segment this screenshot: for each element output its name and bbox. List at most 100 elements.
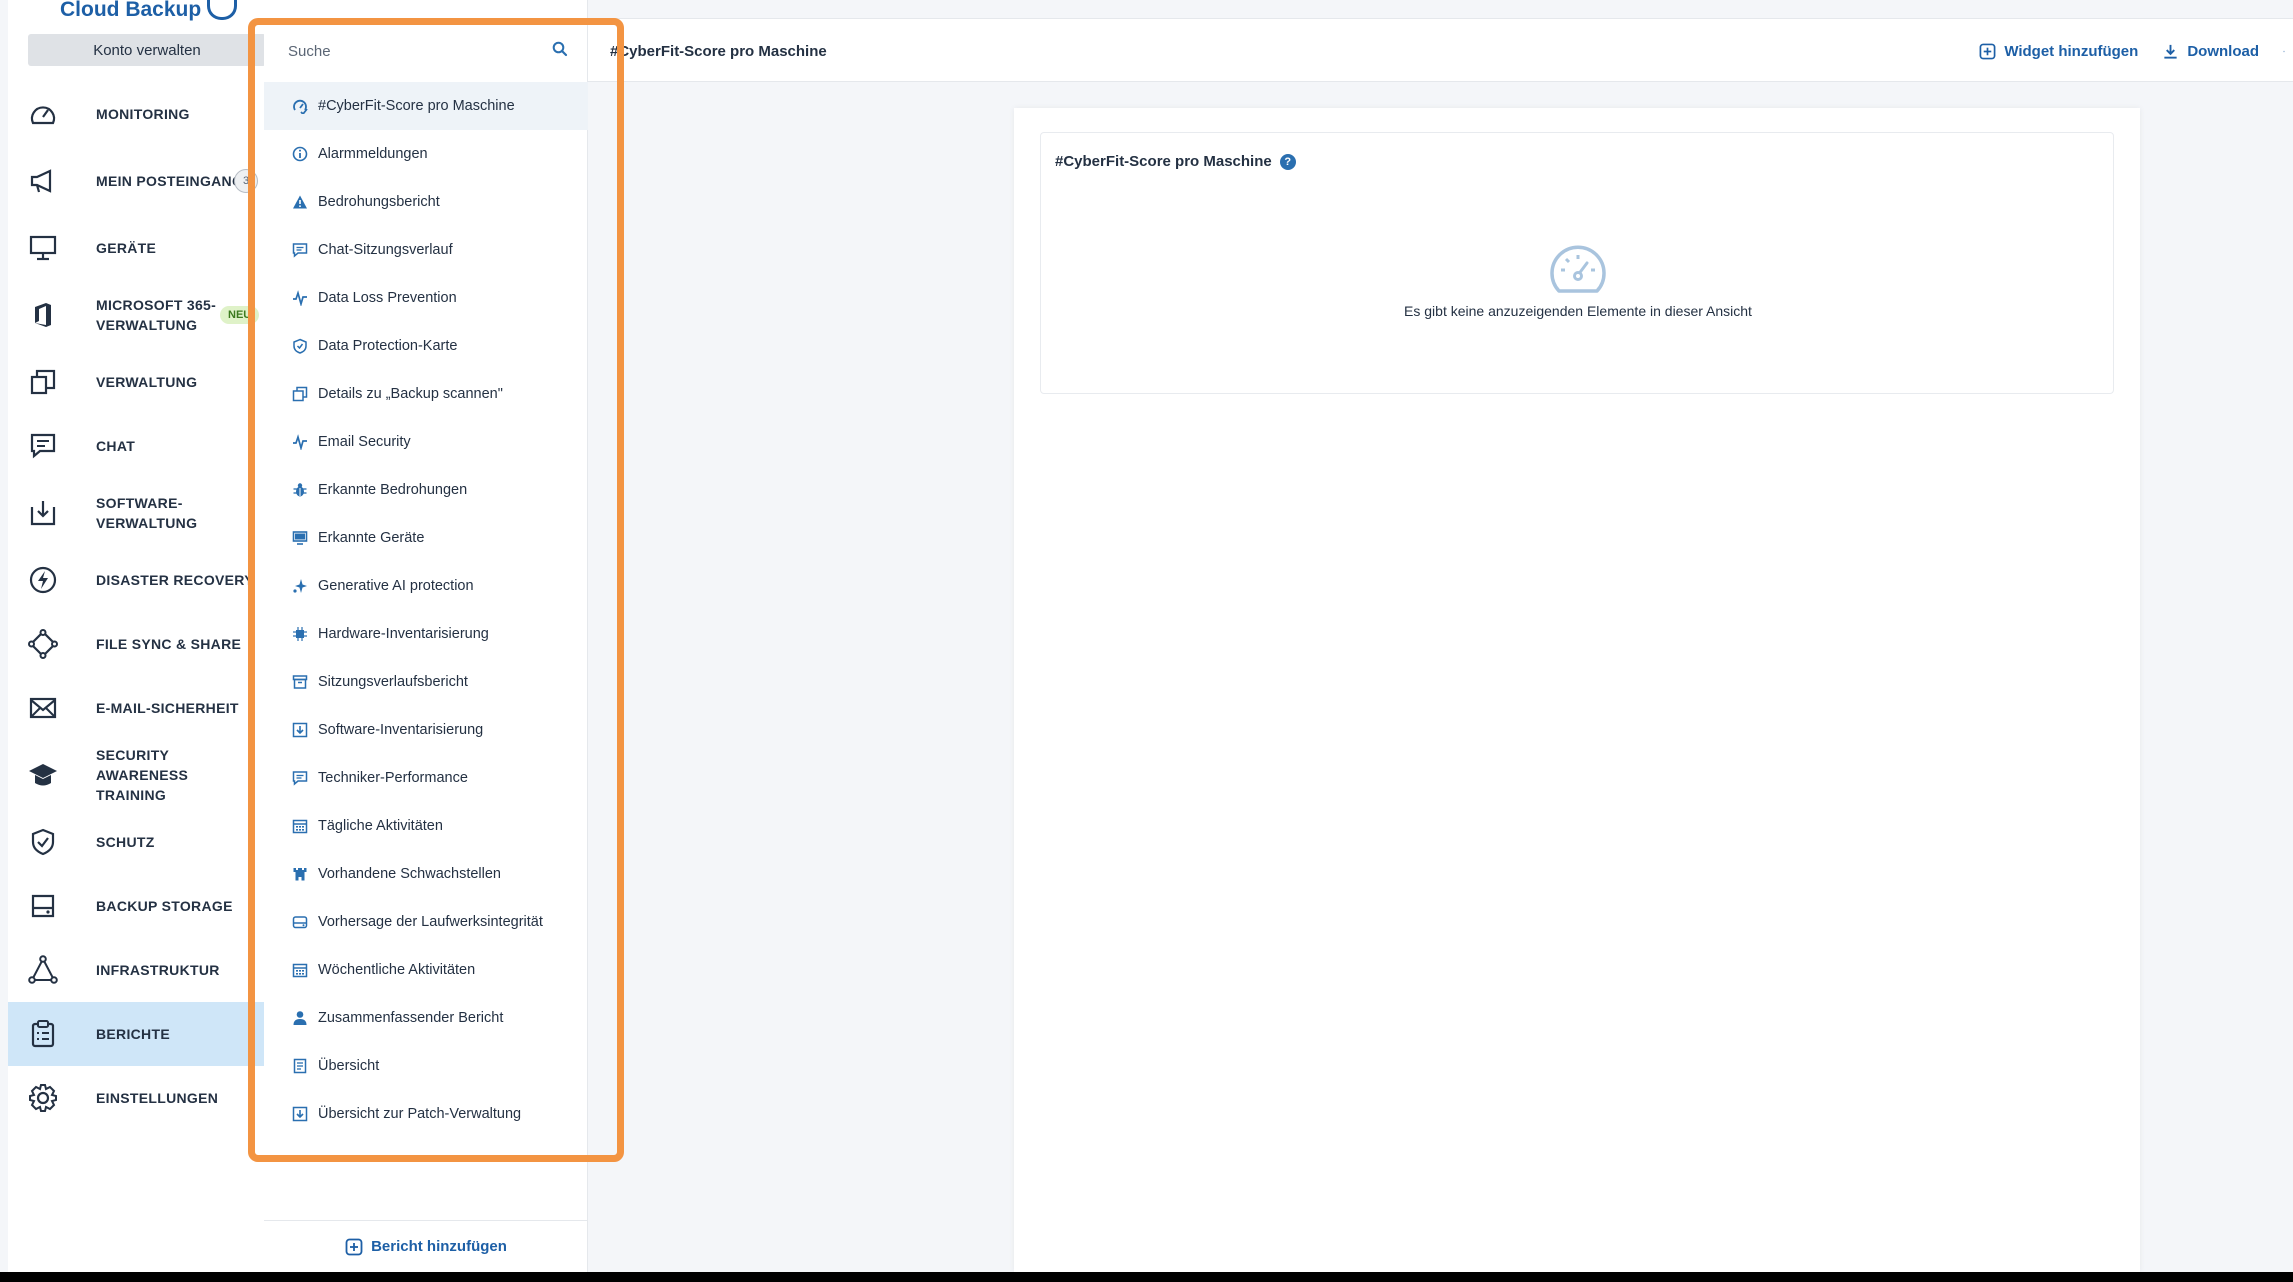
nav-item-berichte[interactable]: BERICHTE (8, 1002, 264, 1066)
cyberfit-icon (292, 98, 308, 116)
report-item-label: Details zu „Backup scannen" (318, 386, 503, 402)
nav-item-label: CHAT (96, 438, 136, 454)
chat-icon (292, 770, 308, 786)
nav-item-e-mail-sicherheit[interactable]: E-MAIL-SICHERHEIT (8, 676, 264, 740)
software-icon (28, 498, 58, 528)
add-widget-button[interactable]: Widget hinzufügen (1979, 43, 2138, 60)
report-item[interactable]: Sitzungsverlaufsbericht (264, 658, 588, 706)
nav-item-schutz[interactable]: SCHUTZ (8, 810, 264, 874)
plus-square-icon (345, 1238, 363, 1255)
envelope-icon (28, 693, 58, 723)
report-item-label: Data Loss Prevention (318, 290, 457, 306)
report-item-label: Data Protection-Karte (318, 338, 458, 354)
main-navigation: Cloud Backup Konto verwalten MONITORING M… (8, 0, 266, 1272)
sparkle-icon (292, 578, 308, 594)
nav-item-chat[interactable]: CHAT (8, 414, 264, 478)
nav-item-disaster-recovery[interactable]: DISASTER RECOVERY (8, 548, 264, 612)
report-item[interactable]: Alarmmeldungen (264, 130, 588, 178)
copy-icon (28, 367, 58, 397)
speedometer-icon (1547, 243, 1609, 297)
report-item[interactable]: Details zu „Backup scannen" (264, 370, 588, 418)
nav-item-label: VERWALTUNG (96, 374, 198, 390)
logo-shape-icon (207, 0, 238, 20)
add-report-button[interactable]: Bericht hinzufügen (264, 1220, 588, 1272)
report-item[interactable]: #CyberFit-Score pro Maschine (264, 82, 588, 130)
report-item[interactable]: Software-Inventarisierung (264, 706, 588, 754)
nav-item-label: MONITORING (96, 106, 190, 122)
widget-title: #CyberFit-Score pro Maschine ? (1055, 153, 1296, 170)
download-label: Download (2187, 42, 2259, 60)
report-item[interactable]: Erkannte Bedrohungen (264, 466, 588, 514)
castle-icon (292, 866, 308, 882)
report-item[interactable]: Erkannte Geräte (264, 514, 588, 562)
nav-list: MONITORING MEIN POSTEINGANG 3 GERÄTE MICROSO… (8, 82, 264, 1130)
brand-name: Cloud Backup (60, 0, 202, 21)
nav-item-monitoring[interactable]: MONITORING (8, 82, 264, 146)
nav-item-label: MEIN POSTEINGANG (96, 173, 244, 189)
report-item[interactable]: Techniker-Performance (264, 754, 588, 802)
report-item[interactable]: Chat-Sitzungsverlauf (264, 226, 588, 274)
help-icon[interactable]: ? (1279, 153, 1296, 170)
report-item[interactable]: Vorhandene Schwachstellen (264, 850, 588, 898)
manage-account-button[interactable]: Konto verwalten (28, 34, 266, 66)
storage-icon (28, 891, 58, 921)
nav-item-backup-storage[interactable]: BACKUP STORAGE (8, 874, 264, 938)
nav-item-label: E-MAIL-SICHERHEIT (96, 700, 239, 716)
settings-button[interactable] (2283, 43, 2293, 60)
search-icon[interactable] (552, 41, 568, 62)
cyberfit-widget: #CyberFit-Score pro Maschine ? Es gibt k… (1040, 132, 2114, 394)
drive-icon (292, 914, 308, 930)
download-icon (2164, 44, 2177, 59)
report-item-label: Vorhandene Schwachstellen (318, 866, 501, 882)
nav-item-label: GERÄTE (96, 240, 157, 256)
brand-logo[interactable]: Cloud Backup (60, 0, 238, 21)
report-item[interactable]: Email Security (264, 418, 588, 466)
nav-item-mein-posteingang[interactable]: MEIN POSTEINGANG 3 (8, 146, 264, 216)
report-item[interactable]: Data Loss Prevention (264, 274, 588, 322)
top-bar: #CyberFit-Score pro Maschine Widget hinz… (588, 18, 2293, 82)
archive-icon (292, 674, 308, 690)
shield-check-icon (28, 827, 58, 857)
speedometer-icon (28, 99, 58, 129)
report-item[interactable]: Zusammenfassender Bericht (264, 994, 588, 1042)
report-item-label: Sitzungsverlaufsbericht (318, 674, 468, 690)
nav-item-label: DISASTER RECOVERY (96, 572, 254, 588)
nav-item-verwaltung[interactable]: VERWALTUNG (8, 350, 264, 414)
report-search (288, 36, 568, 66)
nav-item-infrastruktur[interactable]: INFRASTRUKTUR (8, 938, 264, 1002)
report-item-label: Übersicht zur Patch-Verwaltung (318, 1106, 522, 1122)
report-item-label: Zusammenfassender Bericht (318, 1010, 504, 1026)
report-item[interactable]: Tägliche Aktivitäten (264, 802, 588, 850)
download-button[interactable]: Download (2162, 43, 2259, 60)
report-item-label: Software-Inventarisierung (318, 722, 484, 738)
nav-item-label: SCHUTZ (96, 834, 155, 850)
gear-icon (28, 1083, 58, 1113)
monitor-icon (28, 233, 58, 263)
gear-icon (2283, 50, 2285, 52)
report-item[interactable]: Data Protection-Karte (264, 322, 588, 370)
report-item[interactable]: Übersicht (264, 1042, 588, 1090)
nav-item-microsoft-365-verwaltung[interactable]: MICROSOFT 365-VERWALTUNG NEU (8, 280, 264, 350)
clipboard-icon (28, 1019, 58, 1049)
graduation-cap-icon (28, 760, 58, 790)
report-item[interactable]: Bedrohungsbericht (264, 178, 588, 226)
nav-item-geräte[interactable]: GERÄTE (8, 216, 264, 280)
nav-item-einstellungen[interactable]: EINSTELLUNGEN (8, 1066, 264, 1130)
report-list-panel: #CyberFit-Score pro Maschine Alarmmeldung… (264, 0, 588, 1272)
top-actions: Widget hinzufügen Download (1979, 19, 2293, 83)
report-item[interactable]: Generative AI protection (264, 562, 588, 610)
report-search-input[interactable] (288, 42, 528, 60)
warning-icon (292, 194, 308, 210)
nav-item-security-awareness-training[interactable]: SECURITY AWARENESS TRAINING (8, 740, 264, 810)
report-item-label: Techniker-Performance (318, 770, 468, 786)
nav-item-software-verwaltung[interactable]: SOFTWARE-VERWALTUNG (8, 478, 264, 548)
network-icon (28, 955, 58, 985)
report-item[interactable]: Hardware-Inventarisierung (264, 610, 588, 658)
report-item-label: Email Security (318, 434, 411, 450)
report-item[interactable]: Vorhersage der Laufwerksintegrität (264, 898, 588, 946)
nav-item-file-sync-share[interactable]: FILE SYNC & SHARE (8, 612, 264, 676)
report-item[interactable]: Übersicht zur Patch-Verwaltung (264, 1090, 588, 1138)
empty-state-text: Es gibt keine anzuzeigenden Elemente in … (1404, 303, 1752, 319)
report-item[interactable]: Wöchentliche Aktivitäten (264, 946, 588, 994)
copy-icon (292, 386, 308, 402)
